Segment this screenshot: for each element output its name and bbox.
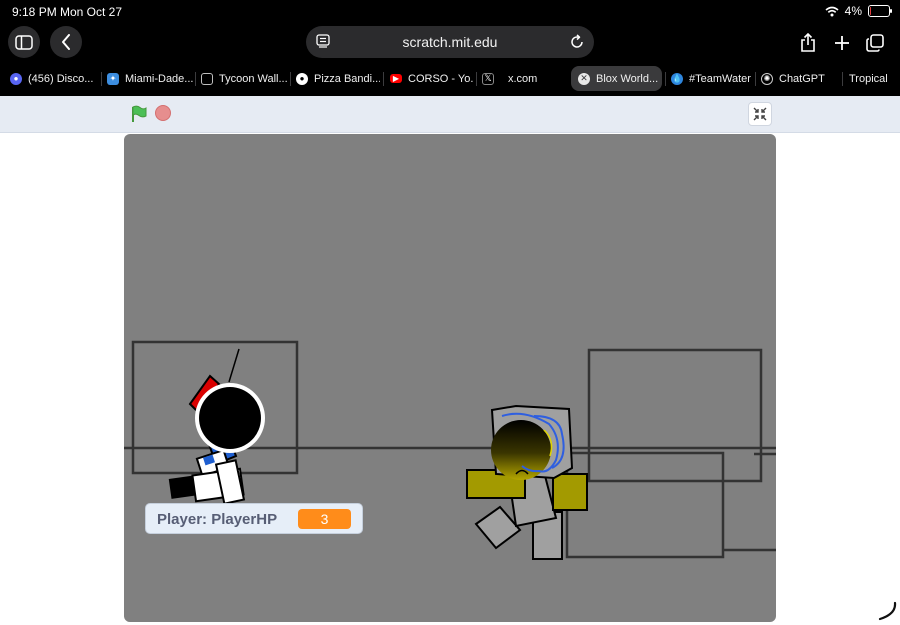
tab-label: (456) Disco...	[28, 72, 94, 85]
x-icon: 𝕏	[482, 72, 494, 85]
sidebar-icon	[15, 34, 33, 50]
scratch-stage-header	[0, 96, 900, 133]
monitor-label: Player: PlayerHP	[157, 511, 278, 528]
chatgpt-icon: ✺	[761, 72, 773, 85]
youtube-icon: ▶	[390, 74, 402, 83]
tab-label: Blox World...	[596, 72, 659, 85]
share-button[interactable]	[795, 30, 821, 56]
browser-nav-bar: scratch.mit.edu	[0, 24, 900, 62]
circle-site-icon: ●	[296, 72, 308, 85]
tab-chatgpt[interactable]: ✺ ChatGPT	[761, 66, 841, 91]
url-text: scratch.mit.edu	[402, 34, 498, 50]
tab-pizza[interactable]: ● Pizza Bandi...	[296, 66, 380, 91]
tab-blox-world[interactable]: ✕ Blox World...	[571, 66, 662, 91]
tab-overview-button[interactable]	[862, 30, 888, 56]
window-icon	[201, 72, 213, 85]
battery-icon	[868, 5, 892, 17]
background-box-right-upper	[587, 348, 763, 483]
status-time: 9:18 PM	[12, 5, 57, 19]
status-bar: 9:18 PM Mon Oct 27 4%	[0, 0, 900, 24]
tab-youtube[interactable]: ▶ CORSO - Yo...	[390, 66, 474, 91]
tab-label: x.com	[508, 72, 538, 85]
plus-icon	[835, 36, 849, 50]
exit-fullscreen-button[interactable]	[748, 102, 772, 126]
new-tab-button[interactable]	[829, 30, 855, 56]
loading-spinner-icon	[878, 601, 897, 621]
monitor-value: 3	[298, 509, 351, 529]
player-head	[199, 387, 261, 449]
close-icon[interactable]: ✕	[578, 72, 590, 85]
share-icon	[801, 33, 815, 52]
status-date: Mon Oct 27	[60, 5, 123, 19]
shrink-icon	[753, 107, 767, 121]
tab-label: Tropical	[849, 72, 888, 85]
status-indicators: 4%	[825, 4, 892, 18]
site-icon: ✦	[107, 72, 119, 85]
tab-bar: ● (456) Disco... ✦ Miami-Dade... Tycoon …	[0, 62, 900, 96]
background-box-right-lower	[565, 451, 725, 559]
chevron-left-icon	[62, 34, 70, 50]
stage-scene	[124, 340, 776, 560]
tab-x[interactable]: 𝕏 x.com	[482, 66, 560, 91]
reload-icon[interactable]	[570, 34, 584, 49]
tab-label: Pizza Bandi...	[314, 72, 380, 85]
tab-label: ChatGPT	[779, 72, 825, 85]
tab-teamwater[interactable]: 💧 #TeamWater	[671, 66, 753, 91]
stop-button[interactable]	[155, 105, 171, 121]
game-stage[interactable]	[124, 134, 776, 622]
tab-miami-dade[interactable]: ✦ Miami-Dade...	[107, 66, 193, 91]
variable-monitor[interactable]: Player: PlayerHP 3	[145, 503, 363, 534]
back-button[interactable]	[50, 26, 82, 58]
battery-level	[870, 7, 871, 15]
wifi-icon	[825, 6, 839, 16]
tabs-icon	[866, 34, 884, 52]
water-drop-icon: 💧	[671, 72, 683, 85]
tab-label: CORSO - Yo...	[408, 72, 474, 85]
tab-label: Miami-Dade...	[125, 72, 193, 85]
tab-label: Tycoon Wall...	[219, 72, 288, 85]
tab-tropical[interactable]: Tropical	[849, 66, 900, 91]
address-bar[interactable]: scratch.mit.edu	[306, 26, 594, 58]
enemy-character	[466, 404, 588, 560]
discord-icon: ●	[10, 72, 22, 85]
tab-label: #TeamWater	[689, 72, 751, 85]
tab-discord[interactable]: ● (456) Disco...	[10, 66, 98, 91]
sidebar-button[interactable]	[8, 26, 40, 58]
battery-percent: 4%	[844, 4, 862, 18]
tab-tycoon[interactable]: Tycoon Wall...	[201, 66, 289, 91]
green-flag-icon[interactable]	[130, 105, 148, 123]
player-character	[168, 348, 265, 505]
